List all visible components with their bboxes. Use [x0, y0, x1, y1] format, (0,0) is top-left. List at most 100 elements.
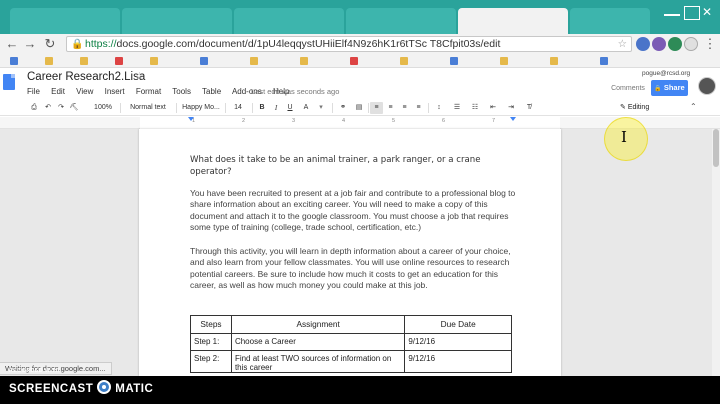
style-select[interactable]: Normal text	[124, 102, 172, 114]
align-left-icon[interactable]: ≡	[370, 102, 383, 114]
table-cell[interactable]: Find at least TWO sources of information…	[230, 350, 406, 373]
font-select[interactable]: Happy Mo...	[180, 102, 222, 114]
left-indent-handle[interactable]	[188, 117, 194, 121]
bookmark-icon[interactable]	[350, 57, 358, 65]
bookmark-star-icon[interactable]: ☆	[618, 37, 627, 51]
ruler-label: 7	[492, 118, 496, 124]
document-page[interactable]: What does it take to be an animal traine…	[139, 129, 561, 376]
align-center-icon[interactable]: ≡	[384, 102, 397, 114]
line-spacing-icon[interactable]: ↕	[432, 102, 446, 114]
extension-icon[interactable]	[636, 37, 650, 51]
bookmark-icon[interactable]	[550, 57, 558, 65]
bookmark-icon[interactable]	[300, 57, 308, 65]
close-window-icon[interactable]: ✕	[702, 6, 718, 20]
bookmark-icon[interactable]	[600, 57, 608, 65]
menu-format[interactable]: Format	[136, 87, 161, 96]
bookmark-icon[interactable]	[500, 57, 508, 65]
font-size-select[interactable]: 14	[229, 102, 247, 114]
right-indent-handle[interactable]	[510, 117, 516, 121]
browser-tab-active[interactable]	[458, 8, 568, 34]
toolbar-divider	[120, 103, 121, 113]
extension-icon[interactable]	[684, 37, 698, 51]
browser-tab[interactable]	[234, 8, 344, 34]
clear-formatting-icon[interactable]: T̸	[522, 102, 536, 114]
maximize-icon[interactable]	[684, 6, 700, 20]
print-icon[interactable]: ⎙	[28, 102, 40, 114]
extension-icon[interactable]	[652, 37, 666, 51]
menu-tools[interactable]: Tools	[172, 87, 191, 96]
redo-icon[interactable]: ↷	[55, 102, 67, 114]
docs-header: Career Research2.Lisa ☆ File Edit View I…	[0, 68, 720, 100]
menu-file[interactable]: File	[27, 87, 40, 96]
bold-icon[interactable]: B	[256, 102, 268, 114]
comment-icon[interactable]: ▤	[352, 102, 366, 114]
numbered-list-icon[interactable]: ☰	[450, 102, 464, 114]
menu-icon[interactable]: ⋮	[702, 36, 718, 52]
bookmark-icon[interactable]	[45, 57, 53, 65]
link-icon[interactable]: ⚭	[336, 102, 350, 114]
table-cell[interactable]: Step 2:	[190, 350, 232, 373]
table-header[interactable]: Assignment	[230, 315, 406, 334]
table-cell[interactable]: Choose a Career	[230, 333, 406, 351]
increase-indent-icon[interactable]: ⇥	[504, 102, 518, 114]
docs-logo-icon[interactable]	[3, 74, 15, 90]
bookmark-icon[interactable]	[150, 57, 158, 65]
browser-tab-strip: ✕	[0, 0, 720, 34]
text-color-icon[interactable]: A	[300, 102, 312, 114]
bookmark-icon[interactable]	[10, 57, 18, 65]
table-cell[interactable]: 9/12/16	[404, 350, 512, 373]
document-title[interactable]: Career Research2.Lisa	[27, 71, 145, 83]
bookmark-icon[interactable]	[250, 57, 258, 65]
comments-button[interactable]: Comments	[608, 81, 648, 96]
scrollbar-thumb[interactable]	[713, 129, 719, 167]
browser-tab[interactable]	[10, 8, 120, 34]
menu-edit[interactable]: Edit	[51, 87, 65, 96]
highlight-color-icon[interactable]: ▾	[314, 102, 328, 114]
menu-table[interactable]: Table	[202, 87, 221, 96]
screen: ✕ ← → ↻ 🔒 https://docs.google.com/docume…	[0, 0, 720, 376]
table-header[interactable]: Due Date	[404, 315, 512, 334]
undo-icon[interactable]: ↶	[42, 102, 54, 114]
table-header[interactable]: Steps	[190, 315, 232, 334]
star-icon[interactable]: ☆	[135, 71, 144, 82]
extension-icon[interactable]	[668, 37, 682, 51]
bookmark-icon[interactable]	[200, 57, 208, 65]
bookmark-icon[interactable]	[115, 57, 123, 65]
forward-icon[interactable]: →	[22, 36, 38, 52]
paint-format-icon[interactable]: ⛏	[68, 102, 80, 114]
menu-insert[interactable]: Insert	[105, 87, 125, 96]
align-justify-icon[interactable]: ≡	[412, 102, 425, 114]
align-right-icon[interactable]: ≡	[398, 102, 411, 114]
bookmark-icon[interactable]	[450, 57, 458, 65]
toolbar-divider	[332, 103, 333, 113]
browser-tab[interactable]	[122, 8, 232, 34]
table-cell[interactable]: 9/12/16	[404, 333, 512, 351]
document-paragraph[interactable]: You have been recruited to present at a …	[190, 188, 518, 233]
browser-tab[interactable]	[346, 8, 456, 34]
reload-icon[interactable]: ↻	[42, 36, 58, 52]
decrease-indent-icon[interactable]: ⇤	[486, 102, 500, 114]
table-cell[interactable]: Step 1:	[190, 333, 232, 351]
share-button[interactable]: 🔒 Share	[651, 80, 688, 96]
italic-icon[interactable]: I	[270, 102, 282, 114]
document-paragraph[interactable]: Through this activity, you will learn in…	[190, 246, 518, 291]
browser-tab[interactable]	[570, 8, 650, 34]
collapse-menus-icon[interactable]: ⌃	[690, 102, 697, 111]
menu-view[interactable]: View	[76, 87, 93, 96]
back-icon[interactable]: ←	[4, 36, 20, 52]
bulleted-list-icon[interactable]: ☷	[468, 102, 482, 114]
ruler-track[interactable]: 1 2 3 4 5 6 7	[140, 117, 560, 129]
document-heading[interactable]: What does it take to be an animal traine…	[190, 154, 510, 178]
table-row: Step 1: Choose a Career 9/12/16	[190, 333, 512, 351]
bookmark-icon[interactable]	[400, 57, 408, 65]
bookmark-icon[interactable]	[80, 57, 88, 65]
address-bar[interactable]: 🔒 https://docs.google.com/document/d/1pU…	[66, 36, 632, 52]
minimize-icon[interactable]	[664, 6, 680, 16]
underline-icon[interactable]: U	[284, 102, 296, 114]
avatar[interactable]	[698, 77, 716, 95]
zoom-select[interactable]: 100%	[88, 102, 118, 114]
vertical-scrollbar[interactable]	[712, 129, 720, 376]
editing-mode-select[interactable]: ✎ Editing	[620, 102, 682, 114]
assignment-table[interactable]: Steps Assignment Due Date Step 1: Choose…	[190, 315, 512, 373]
last-edit-status[interactable]: Last edit was seconds ago	[251, 87, 339, 96]
